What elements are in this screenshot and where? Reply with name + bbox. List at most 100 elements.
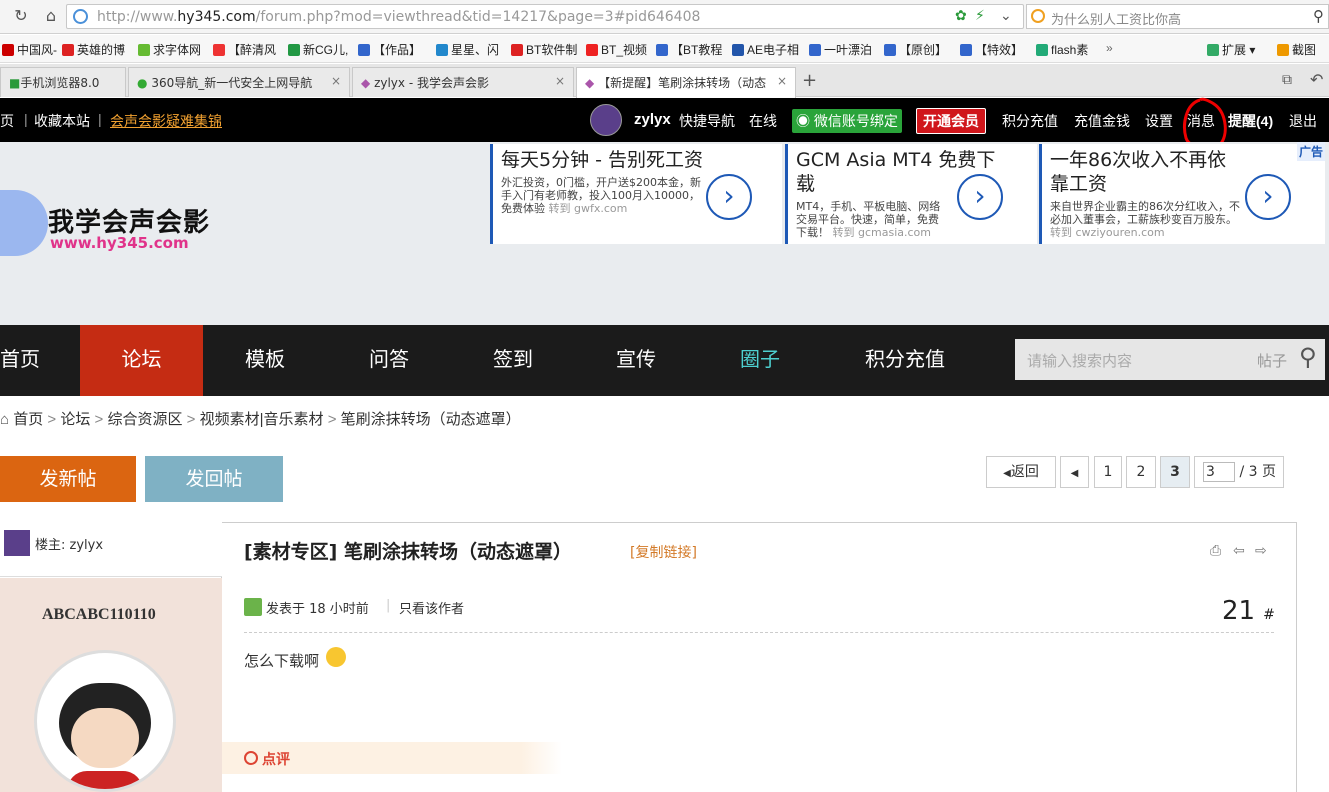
bookmark-item[interactable]: 求字体网: [138, 41, 201, 58]
security-icon[interactable]: ✿: [955, 8, 967, 24]
back-button[interactable]: ◀返回: [986, 456, 1056, 488]
bookmark-item[interactable]: 星星、闪: [436, 41, 499, 58]
copy-link[interactable]: [复制链接]: [630, 542, 697, 562]
ad-item[interactable]: 每天5分钟 - 告别死工资 外汇投资，0门槛，开户送$200本金，新手入门有老师…: [490, 144, 782, 244]
points-link[interactable]: 积分充值: [1002, 111, 1058, 131]
wechat-bind-button[interactable]: ◉ 微信账号绑定: [792, 109, 902, 133]
nav-circles[interactable]: 圈子: [710, 325, 810, 396]
close-icon[interactable]: ×: [331, 74, 341, 88]
close-icon[interactable]: ×: [777, 74, 787, 88]
bookmark-item[interactable]: 【BT教程: [656, 41, 722, 58]
site-search-box: 请输入搜索内容 帖子 ⚲: [1015, 339, 1325, 380]
chevron-right-icon[interactable]: ›: [1245, 174, 1291, 220]
author-name[interactable]: ABCABC110110: [42, 606, 156, 624]
bookmark-item[interactable]: 【特效】: [960, 41, 1023, 58]
print-icon[interactable]: ⎙: [1210, 543, 1221, 559]
faq-link[interactable]: 会声会影疑难集锦: [110, 111, 222, 131]
bookmark-item[interactable]: 【原创】: [884, 41, 947, 58]
search-icon[interactable]: ⚲: [1299, 343, 1317, 371]
floor-number[interactable]: 21 #: [1222, 596, 1275, 626]
bookmark-item[interactable]: BT软件制: [511, 41, 577, 58]
online-link[interactable]: 在线: [749, 111, 777, 131]
breadcrumb-item[interactable]: 笔刷涂抹转场（动态遮罩）: [341, 411, 521, 428]
browser-tab[interactable]: ● 360导航_新一代安全上网导航 ×: [128, 67, 350, 97]
browser-search-box[interactable]: 为什么别人工资比你高 ⚲: [1026, 4, 1329, 29]
nav-qa[interactable]: 问答: [339, 325, 439, 396]
search-scope-select[interactable]: 帖子: [1257, 350, 1287, 371]
close-icon[interactable]: ×: [555, 74, 565, 88]
op-label[interactable]: 楼主: zylyx: [35, 534, 103, 553]
site-search-input[interactable]: 请输入搜索内容: [1027, 350, 1132, 371]
page-current: 3: [1160, 456, 1190, 488]
nav-checkin[interactable]: 签到: [463, 325, 563, 396]
search-icon[interactable]: ⚲: [1313, 7, 1324, 25]
ad-item[interactable]: 一年86次收入不再依靠工资 来自世界企业霸主的86次分红收入，不必加入董事会，工…: [1039, 144, 1325, 244]
op-bar: 楼主: zylyx: [0, 522, 222, 577]
author-avatar[interactable]: [34, 650, 176, 792]
page-jump-input[interactable]: 3: [1203, 462, 1235, 482]
avatar[interactable]: [590, 104, 622, 136]
ad-item[interactable]: GCM Asia MT4 免费下载 MT4，手机、平板电脑、网络交易平台。快速，…: [785, 144, 1037, 244]
home-link[interactable]: 页: [0, 111, 14, 131]
nav-home[interactable]: 首页: [0, 325, 60, 396]
comment-icon: [244, 751, 258, 765]
breadcrumb-item[interactable]: 视频素材|音乐素材: [200, 411, 324, 428]
only-author-link[interactable]: 只看该作者: [399, 598, 464, 617]
prev-thread-icon[interactable]: ⇦: [1233, 543, 1245, 559]
bookmark-item[interactable]: 【醉清风: [213, 41, 276, 58]
comment-label[interactable]: 点评: [262, 749, 290, 769]
chevron-down-icon[interactable]: ⌄: [1000, 8, 1012, 24]
breadcrumb-item[interactable]: 论坛: [60, 411, 90, 428]
tab-list-icon[interactable]: ⧉: [1282, 72, 1292, 88]
browser-tab[interactable]: ■手机浏览器8.0: [0, 67, 126, 97]
breadcrumb-item[interactable]: 首页: [13, 411, 43, 428]
nav-forum[interactable]: 论坛: [80, 325, 203, 396]
chevron-right-icon[interactable]: ›: [957, 174, 1003, 220]
username-link[interactable]: zylyx: [634, 111, 671, 128]
bookmark-item[interactable]: 一叶漂泊: [809, 41, 872, 58]
bookmark-item[interactable]: 新CG儿,: [288, 41, 348, 58]
url-text: http://www.hy345.com/forum.php?mod=viewt…: [97, 9, 701, 25]
more-bookmarks-icon[interactable]: »: [1106, 41, 1113, 55]
nav-templates[interactable]: 模板: [215, 325, 315, 396]
bookmark-item[interactable]: AE电子相: [732, 41, 799, 58]
recharge-link[interactable]: 充值金钱: [1074, 111, 1130, 131]
screenshot-button[interactable]: 截图: [1277, 41, 1316, 58]
main-nav: 首页 论坛 模板 问答 签到 宣传 圈子 积分充值 请输入搜索内容 帖子 ⚲: [0, 325, 1329, 396]
chevron-right-icon[interactable]: ›: [706, 174, 752, 220]
browser-search-text: 为什么别人工资比你高: [1051, 13, 1182, 28]
page-link[interactable]: 1: [1094, 456, 1122, 488]
page-link[interactable]: 2: [1126, 456, 1156, 488]
new-tab-icon[interactable]: +: [802, 70, 817, 91]
bookmark-site-link[interactable]: 收藏本站: [34, 111, 90, 131]
nav-points[interactable]: 积分充值: [850, 325, 960, 396]
bookmark-item[interactable]: flash素: [1036, 41, 1088, 58]
bookmark-item[interactable]: 英雄的博: [62, 41, 125, 58]
prev-page-button[interactable]: ◀: [1060, 456, 1089, 488]
bookmark-item[interactable]: 中国风-: [2, 41, 57, 58]
browser-tab[interactable]: ◆ zylyx - 我学会声会影 ×: [352, 67, 574, 97]
bookmark-item[interactable]: 【作品】: [358, 41, 421, 58]
nav-promo[interactable]: 宣传: [586, 325, 686, 396]
refresh-icon[interactable]: ↻: [10, 5, 32, 27]
divider: |: [386, 598, 391, 613]
home-icon[interactable]: ⌂: [40, 5, 62, 27]
address-bar[interactable]: http://www.hy345.com/forum.php?mod=viewt…: [66, 4, 1024, 29]
browser-tab-active[interactable]: ◆ 【新提醒】笔刷涂抹转场（动态 ×: [576, 67, 796, 98]
logout-link[interactable]: 退出: [1289, 111, 1317, 131]
page-jump: 3 / 3 页: [1194, 456, 1284, 488]
extensions-button[interactable]: 扩展 ▾: [1207, 41, 1255, 58]
reply-button[interactable]: 发回帖: [145, 456, 283, 502]
lightning-icon[interactable]: ⚡: [975, 8, 985, 24]
quick-nav-link[interactable]: 快捷导航: [679, 111, 735, 131]
bookmark-item[interactable]: BT_视频: [586, 41, 647, 58]
new-thread-button[interactable]: 发新帖: [0, 456, 136, 502]
reminders-link[interactable]: 提醒(4): [1228, 111, 1273, 131]
breadcrumb-item[interactable]: 综合资源区: [107, 411, 182, 428]
settings-link[interactable]: 设置: [1145, 111, 1173, 131]
post-title: [素材专区] 笔刷涂抹转场（动态遮罩）: [244, 541, 572, 563]
undo-close-icon[interactable]: ↶: [1310, 70, 1323, 89]
vip-button[interactable]: 开通会员: [916, 108, 986, 134]
op-avatar[interactable]: [4, 530, 30, 556]
next-thread-icon[interactable]: ⇨: [1255, 543, 1267, 559]
